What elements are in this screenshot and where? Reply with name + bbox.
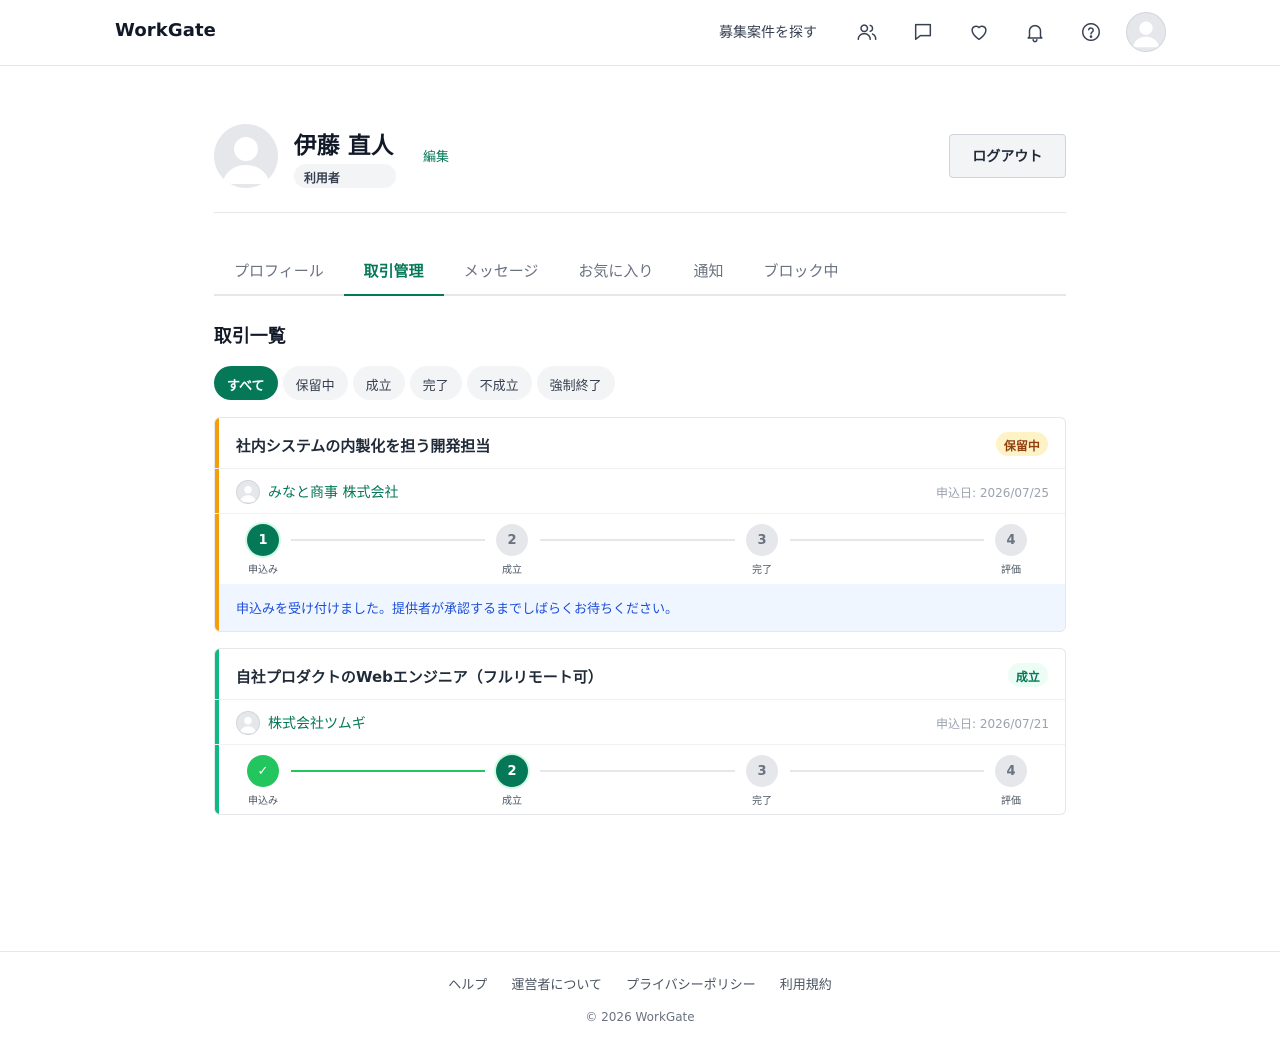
step-label: 評価 [1001, 796, 1021, 807]
top-navigation-bar: WorkGate 募集案件を探す [0, 0, 1280, 66]
filter-pending[interactable]: 保留中 [282, 366, 348, 400]
avatar-icon [239, 485, 257, 503]
progress-step: 3 完了 [732, 524, 792, 576]
profile-header: 伊藤 直人 利用者 編集 ログアウト [214, 66, 1066, 213]
status-badge: 成立 [1007, 663, 1048, 687]
tab-notifications[interactable]: 通知 [673, 246, 743, 296]
status-badge: 保留中 [995, 432, 1048, 456]
step-marker: 4 [995, 755, 1027, 787]
progress-stepper: 1 申込み 2 成立 3 完了 4 評価 [215, 514, 1065, 584]
footer-link-privacy[interactable]: プライバシーポリシー [626, 974, 756, 993]
tab-blocked[interactable]: ブロック中 [743, 246, 858, 296]
footer-link-about[interactable]: 運営者について [511, 974, 602, 993]
progress-step: 4 評価 [981, 755, 1041, 807]
transaction-title[interactable]: 社内システムの内製化を担う開発担当 [236, 435, 491, 456]
filter-terminated[interactable]: 強制終了 [536, 366, 615, 400]
footer-link-help[interactable]: ヘルプ [448, 974, 487, 993]
copyright: © 2026 WorkGate [585, 1010, 695, 1024]
section-title: 取引一覧 [214, 326, 286, 347]
company-avatar [236, 480, 260, 504]
user-avatar-button[interactable] [1126, 12, 1166, 52]
company-avatar [236, 711, 260, 735]
step-connector [291, 770, 485, 772]
progress-step: 2 成立 [482, 755, 542, 807]
card-meta: みなと商事 株式会社 申込日: 2026/07/25 [215, 469, 1065, 514]
progress-step: 1 申込み [233, 524, 293, 576]
message-icon[interactable] [895, 10, 951, 54]
apply-date: 申込日: 2026/07/21 [935, 717, 1049, 731]
step-marker: 3 [746, 755, 778, 787]
step-label: 成立 [502, 565, 522, 576]
tab-favorites[interactable]: お気に入り [558, 246, 673, 296]
users-icon[interactable] [839, 10, 895, 54]
step-label: 完了 [752, 565, 772, 576]
progress-step: ✓ 申込み [233, 755, 293, 807]
profile-name: 伊藤 直人 [294, 133, 395, 159]
transaction-title[interactable]: 自社プロダクトのWebエンジニア（フルリモート可） [236, 666, 603, 687]
step-connector [790, 770, 984, 772]
footer-link-terms[interactable]: 利用規約 [780, 974, 832, 993]
company-link[interactable]: 株式会社ツムギ [268, 713, 366, 733]
brand-logo[interactable]: WorkGate [115, 20, 216, 41]
card-header: 自社プロダクトのWebエンジニア（フルリモート可） 成立 [215, 649, 1065, 700]
step-marker: 2 [496, 524, 528, 556]
find-jobs-link[interactable]: 募集案件を探す [719, 22, 817, 42]
company-link[interactable]: みなと商事 株式会社 [268, 482, 398, 502]
avatar-icon [1132, 21, 1160, 48]
tab-transactions[interactable]: 取引管理 [343, 246, 444, 296]
step-marker: 4 [995, 524, 1027, 556]
transaction-card: 社内システムの内製化を担う開発担当 保留中 みなと商事 株式会社 申込日: 20… [214, 417, 1066, 632]
mypage-tabs: プロフィール 取引管理 メッセージ お気に入り 通知 ブロック中 [214, 246, 1066, 296]
status-filters: すべて 保留中 成立 完了 不成立 強制終了 [214, 366, 620, 400]
transaction-card: 自社プロダクトのWebエンジニア（フルリモート可） 成立 株式会社ツムギ 申込日… [214, 648, 1066, 815]
step-connector [790, 539, 984, 541]
header-actions: 募集案件を探す [719, 10, 1166, 54]
step-label: 成立 [502, 796, 522, 807]
footer-links: ヘルプ 運営者について プライバシーポリシー 利用規約 [0, 974, 1280, 993]
tab-profile[interactable]: プロフィール [214, 246, 344, 296]
bell-icon[interactable] [1007, 10, 1063, 54]
step-label: 完了 [752, 796, 772, 807]
logout-button[interactable]: ログアウト [949, 134, 1066, 178]
mypage-container: 伊藤 直人 利用者 編集 ログアウト プロフィール 取引管理 メッセージ お気に… [214, 66, 1066, 815]
status-notice: 申込みを受け付けました。提供者が承認するまでしばらくお待ちください。 [215, 584, 1065, 631]
step-connector [540, 770, 735, 772]
step-connector [291, 539, 485, 541]
filter-all[interactable]: すべて [214, 366, 278, 400]
tab-messages[interactable]: メッセージ [444, 246, 559, 296]
step-marker: 1 [247, 524, 279, 556]
filter-failed[interactable]: 不成立 [466, 366, 532, 400]
step-marker: 3 [746, 524, 778, 556]
progress-step: 2 成立 [482, 524, 542, 576]
progress-step: 4 評価 [981, 524, 1041, 576]
progress-step: 3 完了 [732, 755, 792, 807]
step-label: 申込み [248, 796, 278, 807]
step-marker: ✓ [247, 755, 279, 787]
avatar-icon [239, 716, 257, 734]
progress-stepper: ✓ 申込み 2 成立 3 完了 4 評価 [215, 745, 1065, 814]
avatar-icon [222, 137, 270, 184]
card-meta: 株式会社ツムギ 申込日: 2026/07/21 [215, 700, 1065, 745]
role-badge: 利用者 [294, 164, 396, 188]
step-label: 申込み [248, 565, 278, 576]
card-header: 社内システムの内製化を担う開発担当 保留中 [215, 418, 1065, 469]
heart-icon[interactable] [951, 10, 1007, 54]
step-label: 評価 [1001, 565, 1021, 576]
step-marker: 2 [496, 755, 528, 787]
site-footer: ヘルプ 運営者について プライバシーポリシー 利用規約 © 2026 WorkG… [0, 951, 1280, 1046]
filter-completed[interactable]: 完了 [409, 366, 462, 400]
help-icon[interactable] [1063, 10, 1119, 54]
step-connector [540, 539, 735, 541]
edit-profile-link[interactable]: 編集 [423, 146, 449, 165]
profile-avatar [214, 124, 278, 188]
filter-agreed[interactable]: 成立 [352, 366, 405, 400]
apply-date: 申込日: 2026/07/25 [935, 486, 1049, 500]
